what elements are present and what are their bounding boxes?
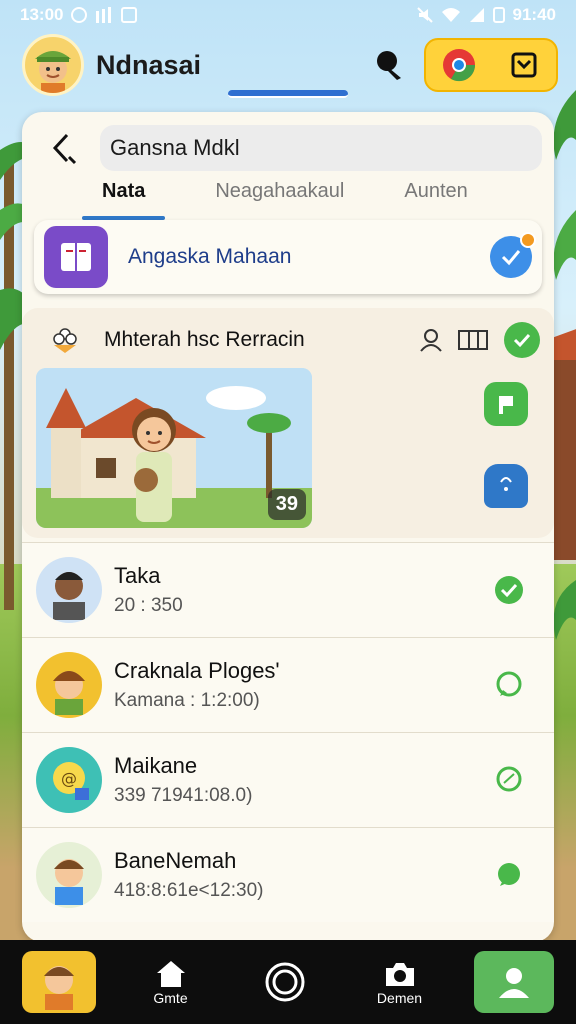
user-avatar[interactable] (22, 34, 84, 96)
gallery-icon (458, 330, 488, 350)
farmer-avatar-icon (35, 51, 71, 93)
list-item[interactable]: Craknala Ploges' Kamana : 1:2:00) (22, 637, 554, 732)
status-bar: 13:00 91:40 (0, 0, 576, 30)
contact-name: Taka (114, 563, 161, 588)
card-title: Mhterah hsc Rerracin (104, 328, 305, 351)
check-icon (513, 333, 531, 348)
chat-bubble-icon[interactable] (492, 858, 526, 892)
inbox-button[interactable] (504, 45, 544, 85)
contact-avatar (36, 842, 102, 908)
image-count-badge: 39 (267, 489, 306, 520)
pin-button[interactable] (370, 45, 410, 85)
featured-label: Angaska Mahaan (128, 245, 292, 268)
search-input[interactable]: Gansna Mdkl (100, 125, 542, 171)
flower-icon (53, 328, 77, 353)
flag-icon (499, 396, 513, 414)
nav-home[interactable]: Gmte (131, 949, 211, 1015)
home-icon (156, 961, 185, 987)
list-item[interactable]: @ Maikane 339 71941:08.0) (22, 732, 554, 827)
tab-neagahaakaul[interactable]: Neagahaakaul (195, 174, 364, 216)
main-panel: Gansna Mdkl Nata Neagahaakaul Aunten Ang… (22, 112, 554, 942)
back-arrow-icon (52, 133, 77, 165)
status-time-left: 13:00 (20, 5, 64, 24)
notification-dot (520, 232, 536, 248)
bag-icon (500, 477, 512, 491)
leaf-bubble-icon[interactable] (492, 763, 526, 797)
svg-text:@: @ (61, 769, 77, 788)
notebook-app-icon (44, 226, 108, 288)
record-icon (265, 962, 305, 1002)
kid-avatar-icon (54, 859, 84, 905)
bottom-navigation: Gmte Demen (0, 940, 576, 1024)
nav-profile-button[interactable] (474, 951, 554, 1013)
search-row: Gansna Mdkl (36, 120, 542, 176)
contact-name: Maikane (114, 753, 198, 778)
sync-icon (71, 7, 88, 23)
contact-name: BaneNemah (114, 848, 237, 873)
browser-icon (442, 49, 475, 82)
battery-icon (492, 7, 505, 23)
contact-subtext: 339 71941:08.0) (114, 785, 253, 806)
featured-item[interactable]: Angaska Mahaan (34, 220, 542, 294)
flag-button[interactable] (484, 382, 528, 426)
tab-bar: Nata Neagahaakaul Aunten (82, 174, 532, 220)
check-icon (501, 250, 521, 266)
tab-nata[interactable]: Nata (82, 174, 166, 220)
gallery-button[interactable] (456, 323, 490, 357)
status-time-right: 91:40 (512, 5, 556, 24)
contact-avatar (36, 557, 102, 623)
camera-icon (385, 963, 414, 986)
kid-avatar-icon (44, 966, 74, 1010)
nav-record[interactable] (245, 949, 325, 1015)
browser-button[interactable] (439, 45, 479, 85)
nav-home-label: Gmte (153, 990, 188, 1006)
contact-avatar (36, 652, 102, 718)
nav-profile-avatar[interactable] (22, 951, 96, 1013)
profile-icon (499, 968, 529, 998)
post-image[interactable]: 39 (36, 368, 312, 528)
tab-aunten[interactable]: Aunten (384, 174, 487, 216)
app-title: Ndnasai (96, 49, 202, 80)
card-header: Mhterah hsc Rerracin (50, 318, 540, 362)
header-actions (424, 38, 558, 92)
contact-name: Craknala Ploges' (114, 658, 280, 683)
lightbulb-avatar-icon: @ (53, 762, 89, 800)
inbox-icon (511, 52, 536, 78)
user-button[interactable] (414, 323, 448, 357)
contact-list: Taka 20 : 350 Craknala Ploges' Kamana : … (22, 542, 554, 922)
back-button[interactable] (36, 121, 90, 175)
app-header: Ndnasai (22, 34, 558, 96)
nav-camera-label: Demen (376, 990, 423, 1006)
user-outline-icon (420, 329, 442, 352)
image-icon (121, 7, 138, 23)
drag-handle[interactable] (228, 90, 348, 98)
post-card: Mhterah hsc Rerracin 39 (22, 308, 554, 538)
approve-button[interactable] (504, 322, 540, 358)
contact-subtext: Kamana : 1:2:00) (114, 690, 260, 711)
verified-badge[interactable] (490, 232, 536, 278)
check-circle-icon[interactable] (492, 573, 526, 607)
contact-avatar: @ (36, 747, 102, 813)
list-item[interactable]: BaneNemah 418:8:61e<12:30) (22, 827, 554, 922)
nav-camera[interactable]: Demen (360, 949, 440, 1015)
status-left: 13:00 (20, 5, 138, 25)
man-avatar-icon (53, 572, 85, 620)
wifi-icon (441, 8, 460, 22)
status-right: 91:40 (416, 5, 556, 25)
shop-bag-button[interactable] (484, 464, 528, 508)
list-item[interactable]: Taka 20 : 350 (22, 542, 554, 637)
notebook-icon (61, 243, 91, 271)
chat-bubble-icon[interactable] (492, 668, 526, 702)
contact-subtext: 418:8:61e<12:30) (114, 880, 264, 901)
mute-icon (416, 7, 433, 23)
pin-icon (377, 51, 401, 80)
signal-bars-icon (96, 7, 112, 23)
contact-subtext: 20 : 350 (114, 595, 183, 616)
signal-icon (469, 8, 484, 22)
boy-avatar-icon (53, 671, 85, 715)
